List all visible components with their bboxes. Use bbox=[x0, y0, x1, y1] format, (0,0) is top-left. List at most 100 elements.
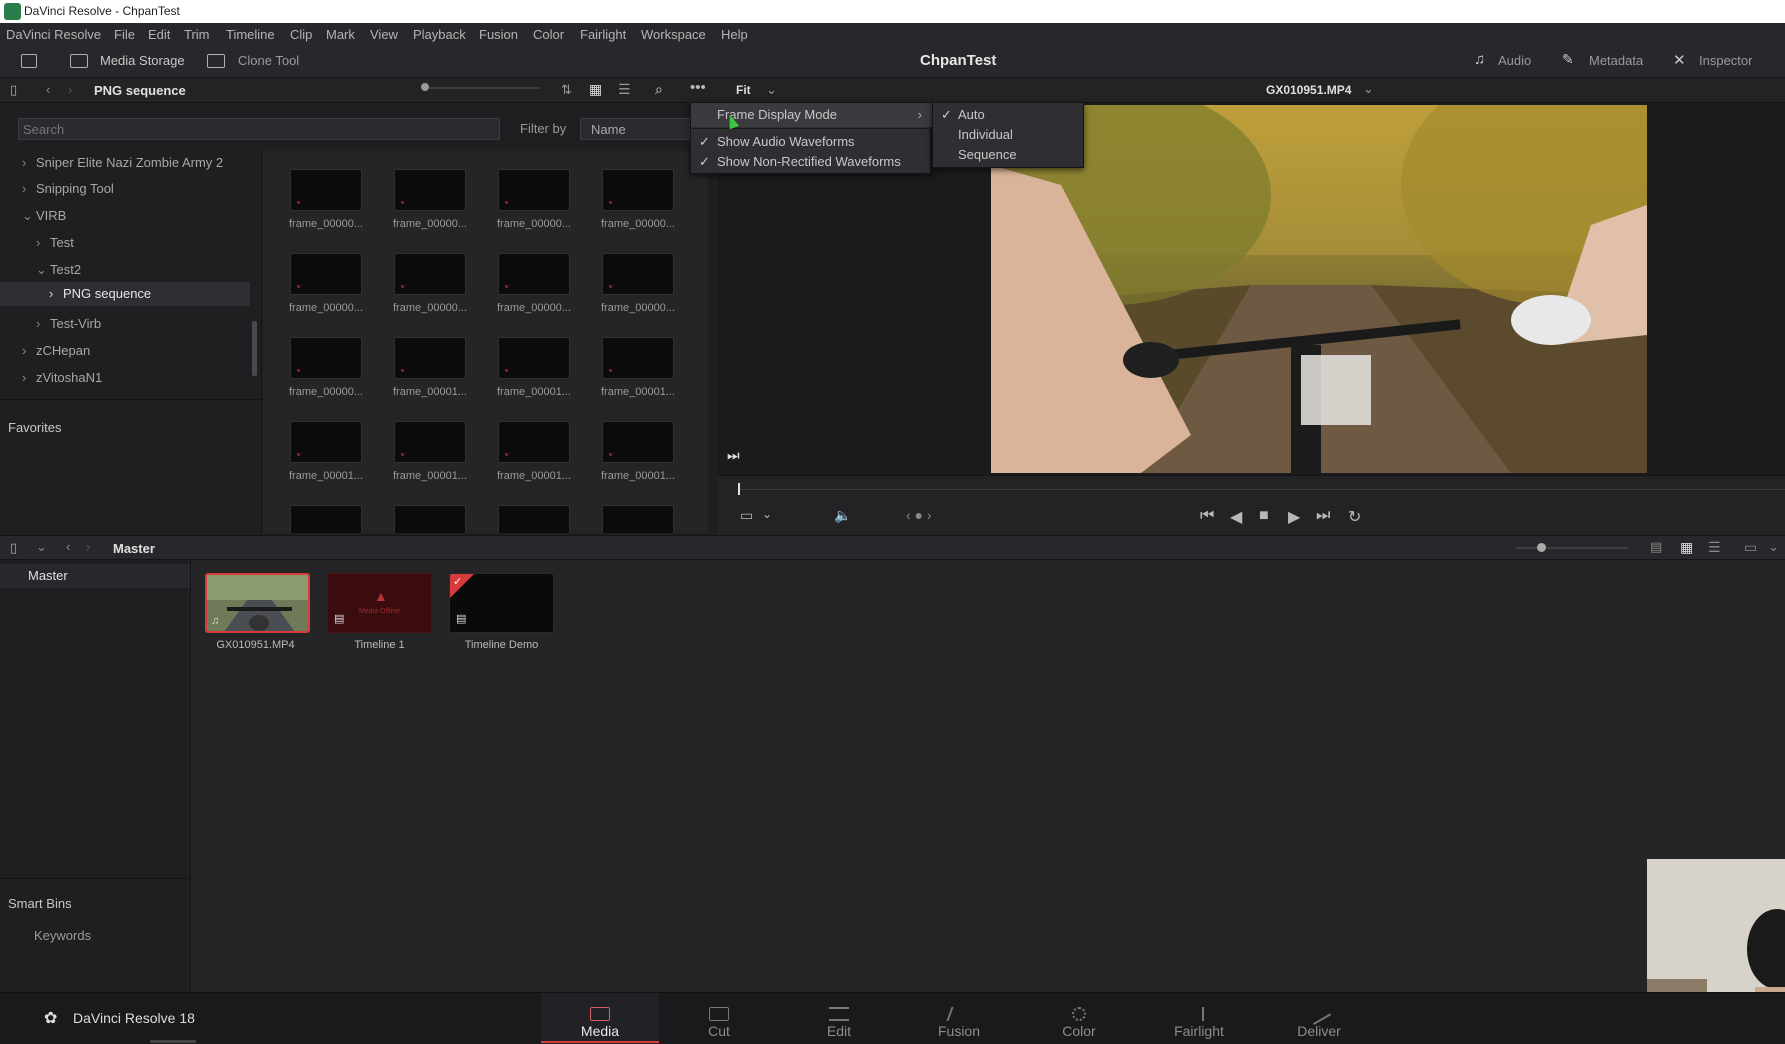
menu-timeline[interactable]: Timeline bbox=[226, 27, 275, 42]
zoom-chevron-down-icon[interactable]: ⌄ bbox=[766, 82, 777, 98]
submenu-item-auto[interactable]: ✓ Auto bbox=[933, 105, 1083, 125]
menu-fusion[interactable]: Fusion bbox=[479, 27, 518, 42]
frame-thumbnail[interactable] bbox=[290, 253, 362, 295]
clone-tool-button[interactable]: Clone Tool bbox=[238, 53, 299, 68]
media-storage-icon[interactable] bbox=[70, 54, 88, 68]
menu-trim[interactable]: Trim bbox=[184, 27, 210, 42]
tab-fairlight[interactable]: Fairlight bbox=[1140, 993, 1258, 1044]
frame-thumbnail[interactable] bbox=[498, 253, 570, 295]
tree-item-zchepan[interactable]: › zCHepan bbox=[22, 340, 90, 362]
clip-timeline-demo[interactable]: ✓ ▤ bbox=[449, 573, 554, 633]
filter-by-select[interactable]: Name bbox=[580, 118, 690, 140]
frame-thumbnail[interactable] bbox=[290, 421, 362, 463]
slider-handle[interactable] bbox=[421, 83, 429, 91]
pool-slider-handle[interactable] bbox=[1537, 543, 1546, 552]
tab-edit[interactable]: Edit bbox=[780, 993, 898, 1044]
metadata-icon[interactable]: ✎ bbox=[1562, 51, 1574, 68]
audio-button[interactable]: Audio bbox=[1498, 53, 1531, 68]
panel-toggle-icon[interactable] bbox=[21, 54, 37, 68]
grid-view-icon[interactable]: ▦ bbox=[589, 81, 602, 98]
pool-thumbnail-slider[interactable] bbox=[1516, 547, 1628, 549]
more-options-icon[interactable]: ••• bbox=[690, 79, 706, 96]
menu-help[interactable]: Help bbox=[721, 27, 748, 42]
jog-control-icon[interactable]: ‹ ● › bbox=[906, 507, 932, 523]
submenu-item-individual[interactable]: Individual bbox=[933, 125, 1083, 145]
tree-item-test-virb[interactable]: › Test-Virb bbox=[36, 313, 101, 335]
viewer-mode-chevron-icon[interactable]: ⌄ bbox=[762, 507, 772, 521]
frame-thumbnail[interactable] bbox=[394, 337, 466, 379]
frame-thumbnail[interactable] bbox=[602, 505, 674, 533]
metadata-view-icon[interactable]: ▤ bbox=[1650, 539, 1662, 555]
viewer-clip-name[interactable]: GX010951.MP4 bbox=[1266, 83, 1351, 97]
inspector-button[interactable]: Inspector bbox=[1699, 53, 1752, 68]
menu-mark[interactable]: Mark bbox=[326, 27, 355, 42]
frame-thumbnail[interactable] bbox=[602, 421, 674, 463]
tree-item-sniper-elite[interactable]: › Sniper Elite Nazi Zombie Army 2 bbox=[22, 152, 223, 174]
sidebar-toggle-icon[interactable]: ▯ bbox=[10, 82, 17, 98]
frame-thumbnail[interactable] bbox=[498, 421, 570, 463]
scrub-bar[interactable] bbox=[738, 489, 1785, 490]
menu-color[interactable]: Color bbox=[533, 27, 564, 42]
jump-to-end-icon[interactable]: ⏭ bbox=[727, 447, 740, 464]
pool-grid-view-icon[interactable]: ▦ bbox=[1680, 539, 1693, 556]
menu-item-show-audio-waveforms[interactable]: ✓ Show Audio Waveforms bbox=[691, 132, 930, 152]
menu-file[interactable]: File bbox=[114, 27, 135, 42]
frame-thumbnail[interactable] bbox=[290, 505, 362, 533]
frame-thumbnail[interactable] bbox=[602, 169, 674, 211]
play-icon[interactable]: ▶ bbox=[1288, 507, 1300, 527]
menu-view[interactable]: View bbox=[370, 27, 398, 42]
audio-icon[interactable]: ♫ bbox=[1474, 51, 1485, 68]
pool-forward-arrow-icon[interactable]: › bbox=[86, 539, 90, 554]
metadata-button[interactable]: Metadata bbox=[1589, 53, 1643, 68]
clip-chevron-down-icon[interactable]: ⌄ bbox=[1363, 81, 1374, 97]
loop-icon[interactable]: ↻ bbox=[1348, 507, 1361, 527]
pool-back-arrow-icon[interactable]: ‹ bbox=[66, 539, 70, 554]
menu-fairlight[interactable]: Fairlight bbox=[580, 27, 626, 42]
menu-davinci-resolve[interactable]: DaVinci Resolve bbox=[6, 27, 101, 42]
playhead[interactable] bbox=[738, 483, 740, 495]
pool-list-view-icon[interactable]: ☰ bbox=[1708, 539, 1721, 556]
menu-playback[interactable]: Playback bbox=[413, 27, 466, 42]
search-icon[interactable]: ⌕ bbox=[655, 81, 663, 98]
clone-tool-icon[interactable] bbox=[207, 54, 225, 68]
frame-thumbnail[interactable] bbox=[394, 169, 466, 211]
menu-clip[interactable]: Clip bbox=[290, 27, 312, 42]
clip-timeline-1[interactable]: ▲ Media Offline ▤ bbox=[327, 573, 432, 633]
frame-thumbnail[interactable] bbox=[602, 253, 674, 295]
pool-display-icon[interactable]: ▭ bbox=[1744, 539, 1757, 556]
list-view-icon[interactable]: ☰ bbox=[618, 81, 631, 98]
sort-icon[interactable]: ⇅ bbox=[561, 82, 572, 98]
viewer-mode-icon[interactable]: ▭ bbox=[740, 507, 753, 524]
back-arrow-icon[interactable]: ‹ bbox=[46, 82, 50, 97]
forward-arrow-icon[interactable]: › bbox=[68, 82, 72, 97]
frame-thumbnail[interactable] bbox=[498, 505, 570, 533]
pool-display-chevron-icon[interactable]: ⌄ bbox=[1768, 539, 1779, 555]
bin-master[interactable]: Master bbox=[28, 568, 68, 583]
tree-item-virb[interactable]: ⌄ VIRB bbox=[22, 205, 66, 227]
frame-thumbnail[interactable] bbox=[394, 421, 466, 463]
tree-item-test[interactable]: › Test bbox=[36, 232, 74, 254]
thumbnail-size-slider[interactable] bbox=[424, 87, 539, 89]
search-input[interactable] bbox=[18, 118, 500, 140]
volume-icon[interactable]: 🔈 bbox=[834, 507, 851, 524]
frame-thumbnail[interactable] bbox=[394, 505, 466, 533]
frame-thumbnail[interactable] bbox=[290, 337, 362, 379]
menu-item-show-non-rectified-waveforms[interactable]: ✓ Show Non-Rectified Waveforms bbox=[691, 152, 930, 172]
inspector-icon[interactable]: ✕ bbox=[1673, 51, 1686, 69]
go-to-first-frame-icon[interactable]: ⏮ bbox=[1200, 507, 1214, 525]
tab-deliver[interactable]: Deliver bbox=[1260, 993, 1378, 1044]
frame-thumbnail[interactable] bbox=[602, 337, 674, 379]
tab-color[interactable]: Color bbox=[1020, 993, 1138, 1044]
pool-sidebar-toggle-icon[interactable]: ▯ bbox=[10, 540, 17, 556]
frame-thumbnail[interactable] bbox=[498, 169, 570, 211]
frame-thumbnail[interactable] bbox=[498, 337, 570, 379]
tree-item-test2[interactable]: ⌄ Test2 bbox=[36, 259, 81, 281]
menu-workspace[interactable]: Workspace bbox=[641, 27, 706, 42]
frame-thumbnail[interactable] bbox=[394, 253, 466, 295]
go-to-last-frame-icon[interactable]: ⏭ bbox=[1316, 507, 1330, 525]
clip-gx010951[interactable]: ♫ bbox=[205, 573, 310, 633]
viewer-zoom-select[interactable]: Fit bbox=[736, 83, 751, 97]
tab-fusion[interactable]: Fusion bbox=[900, 993, 1018, 1044]
tab-media[interactable]: Media bbox=[541, 993, 659, 1044]
pool-chevron-down-icon[interactable]: ⌄ bbox=[36, 539, 47, 555]
